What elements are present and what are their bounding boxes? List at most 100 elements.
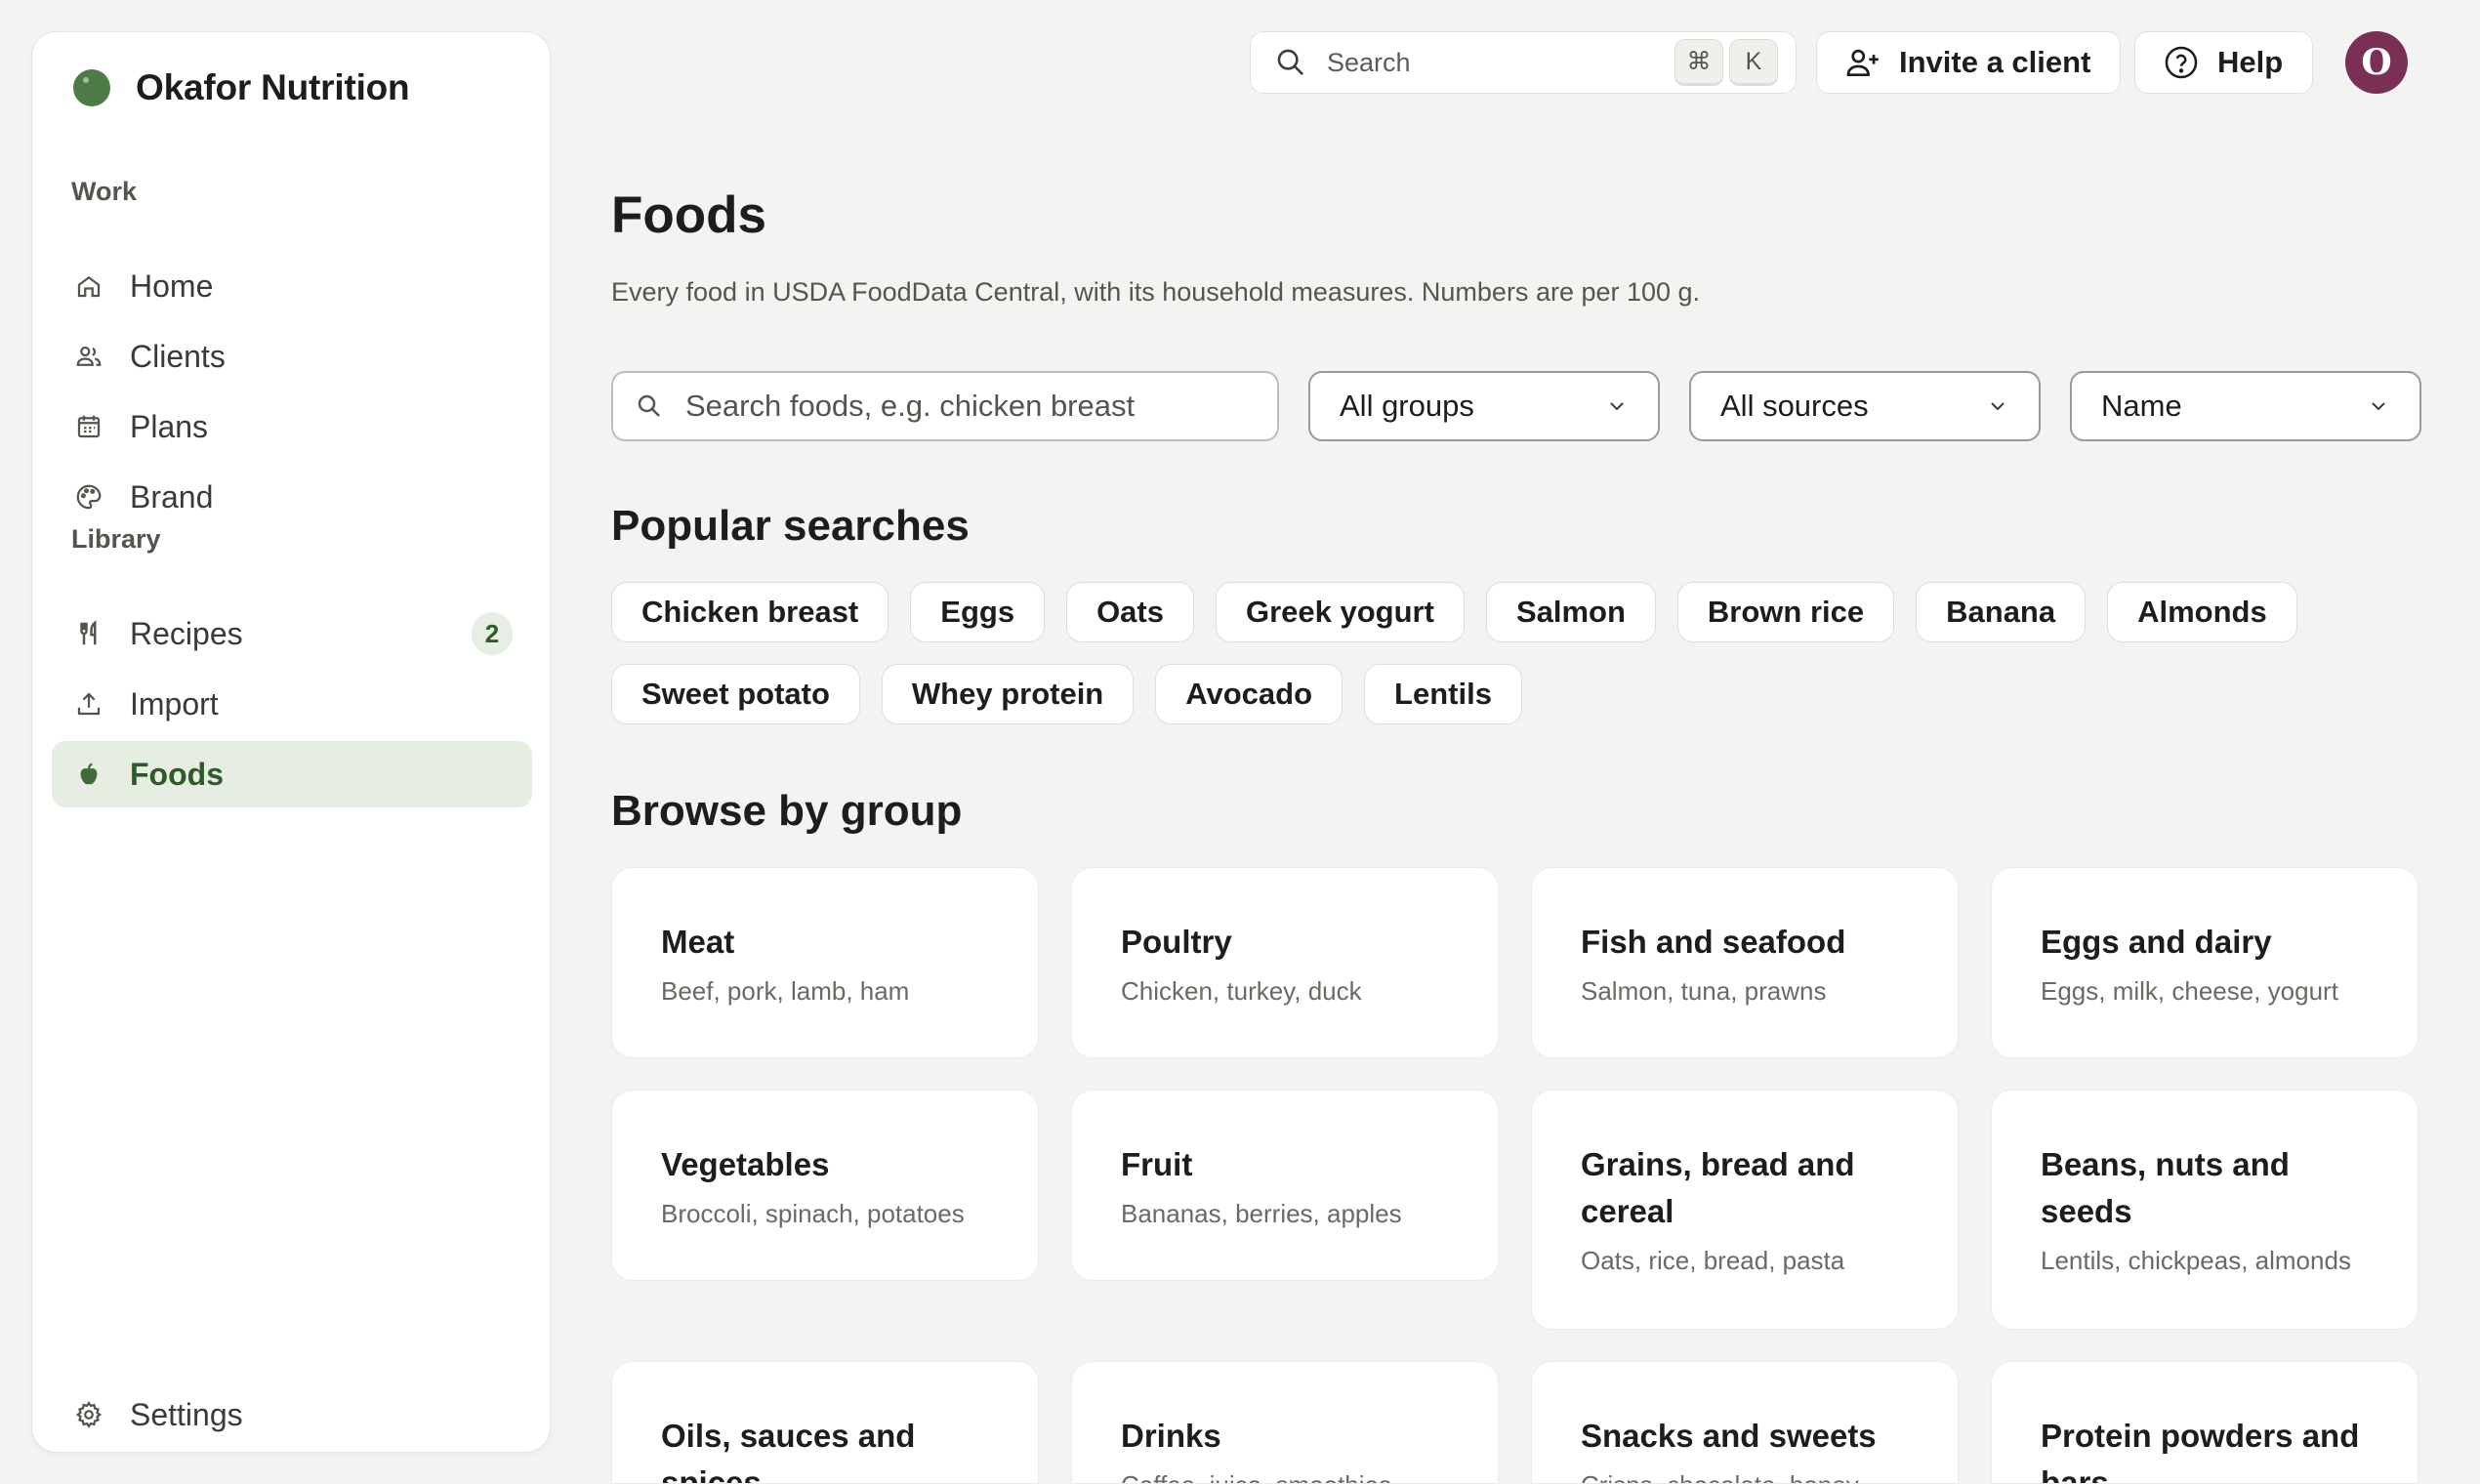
brand-logo-icon: [73, 69, 110, 106]
group-filter-select[interactable]: All groups: [1308, 371, 1660, 441]
utensils-icon: [73, 618, 104, 649]
home-icon: [73, 270, 104, 302]
popular-search-chip[interactable]: Sweet potato: [611, 664, 860, 724]
shortcut-cmd-key: ⌘: [1674, 39, 1723, 86]
group-name: Drinks: [1121, 1418, 1221, 1454]
group-name: Grains, bread and cereal: [1581, 1146, 1855, 1229]
global-search[interactable]: Search ⌘ K: [1250, 31, 1797, 94]
popular-search-chip[interactable]: Greek yogurt: [1215, 582, 1465, 642]
help-label: Help: [2217, 45, 2284, 79]
sidebar-item-home[interactable]: Home: [52, 253, 532, 319]
group-card-fish-and-seafood[interactable]: Fish and seafood Salmon, tuna, prawns: [1531, 867, 1959, 1058]
group-name: Protein powders and bars: [2041, 1418, 2360, 1484]
group-examples: Lentils, chickpeas, almonds: [2041, 1246, 2351, 1275]
group-name: Beans, nuts and seeds: [2041, 1146, 2290, 1229]
group-card-snacks-and-sweets[interactable]: Snacks and sweets Crisps, chocolate, hon…: [1531, 1361, 1959, 1484]
group-name: Meat: [661, 924, 735, 960]
shortcut-k-key: K: [1729, 39, 1778, 86]
popular-search-chip[interactable]: Avocado: [1155, 664, 1343, 724]
group-name: Oils, sauces and spices: [661, 1418, 916, 1484]
invite-client-label: Invite a client: [1899, 45, 2091, 79]
user-avatar[interactable]: O: [2345, 31, 2408, 94]
invite-client-button[interactable]: Invite a client: [1816, 31, 2122, 94]
nav-section-library: Library: [71, 524, 161, 554]
popular-search-chip[interactable]: Lentils: [1364, 664, 1522, 724]
sidebar-item-label: Home: [130, 268, 214, 304]
chevron-down-icon: [1991, 402, 2005, 411]
popular-searches-list: Chicken breast Eggs Oats Greek yogurt Sa…: [611, 582, 2447, 746]
popular-search-chip[interactable]: Banana: [1916, 582, 2087, 642]
group-card-fruit[interactable]: Fruit Bananas, berries, apples: [1071, 1090, 1499, 1281]
group-card-meat[interactable]: Meat Beef, pork, lamb, ham: [611, 867, 1039, 1058]
sort-select[interactable]: Name: [2070, 371, 2421, 441]
group-card-oils-sauces-and-spices[interactable]: Oils, sauces and spices: [611, 1361, 1039, 1484]
group-examples: Beef, pork, lamb, ham: [661, 976, 910, 1006]
group-card-drinks[interactable]: Drinks Coffee, juice, smoothies: [1071, 1361, 1499, 1484]
sort-value: Name: [2101, 389, 2182, 423]
nav-section-work: Work: [71, 177, 138, 206]
group-filter-value: All groups: [1340, 389, 1474, 423]
chip-row: Sweet potato Whey protein Avocado Lentil…: [611, 664, 2447, 724]
sidebar-item-settings[interactable]: Settings: [52, 1381, 532, 1448]
sidebar-item-label: Recipes: [130, 615, 243, 651]
sidebar-item-label: Clients: [130, 338, 226, 374]
upload-icon: [73, 688, 104, 720]
group-card-eggs-and-dairy[interactable]: Eggs and dairy Eggs, milk, cheese, yogur…: [1991, 867, 2418, 1058]
group-examples: Crisps, chocolate, honey: [1581, 1467, 1909, 1483]
food-search-field[interactable]: [611, 371, 1279, 441]
popular-searches-title: Popular searches: [611, 502, 970, 550]
group-name: Poultry: [1121, 924, 1232, 960]
group-card-grains-bread-and-cereal[interactable]: Grains, bread and cereal Oats, rice, bre…: [1531, 1090, 1959, 1330]
source-filter-value: All sources: [1720, 389, 1869, 423]
sidebar-item-label: Brand: [130, 478, 214, 515]
search-icon: [638, 394, 660, 417]
popular-search-chip[interactable]: Oats: [1066, 582, 1194, 642]
app-root: Okafor Nutrition Work Home Clients Plans: [0, 0, 2480, 1484]
chevron-down-icon: [2372, 402, 2385, 411]
source-filter-select[interactable]: All sources: [1689, 371, 2041, 441]
calendar-icon: [73, 411, 104, 442]
group-examples: Broccoli, spinach, potatoes: [661, 1199, 965, 1228]
group-examples: Bananas, berries, apples: [1121, 1199, 1402, 1228]
sidebar-item-label: Import: [130, 685, 219, 721]
group-examples: Coffee, juice, smoothies: [1121, 1467, 1449, 1483]
page-title: Foods: [611, 186, 766, 244]
users-icon: [73, 341, 104, 372]
sidebar-item-import[interactable]: Import: [52, 671, 532, 737]
sidebar-item-clients[interactable]: Clients: [52, 323, 532, 390]
brand-name: Okafor Nutrition: [136, 67, 410, 107]
group-card-beans-nuts-and-seeds[interactable]: Beans, nuts and seeds Lentils, chickpeas…: [1991, 1090, 2418, 1330]
group-card-protein-powders-and-bars[interactable]: Protein powders and bars: [1991, 1361, 2418, 1484]
user-plus-icon: [1846, 49, 1879, 77]
sidebar-item-foods[interactable]: Foods: [52, 741, 532, 807]
sidebar-item-brand[interactable]: Brand: [52, 464, 532, 530]
sidebar-item-label: Plans: [130, 408, 209, 444]
popular-search-chip[interactable]: Almonds: [2107, 582, 2297, 642]
group-name: Eggs and dairy: [2041, 924, 2272, 960]
popular-search-chip[interactable]: Chicken breast: [611, 582, 889, 642]
sidebar-item-recipes[interactable]: Recipes 2: [52, 600, 532, 667]
chevron-down-icon: [1610, 402, 1624, 411]
group-examples: Oats, rice, bread, pasta: [1581, 1246, 1845, 1275]
help-button[interactable]: Help: [2134, 31, 2314, 94]
popular-search-chip[interactable]: Salmon: [1485, 582, 1656, 642]
group-name: Snacks and sweets: [1581, 1418, 1877, 1454]
group-card-vegetables[interactable]: Vegetables Broccoli, spinach, potatoes: [611, 1090, 1039, 1281]
popular-search-chip[interactable]: Eggs: [910, 582, 1046, 642]
group-name: Fruit: [1121, 1146, 1193, 1182]
popular-search-chip[interactable]: Brown rice: [1676, 582, 1895, 642]
apple-icon: [73, 759, 104, 790]
sidebar-item-plans[interactable]: Plans: [52, 393, 532, 460]
group-card-poultry[interactable]: Poultry Chicken, turkey, duck: [1071, 867, 1499, 1058]
chip-row: Chicken breast Eggs Oats Greek yogurt Sa…: [611, 582, 2447, 642]
food-search-input[interactable]: [685, 389, 1252, 424]
sidebar-item-label: Settings: [130, 1396, 243, 1432]
brand[interactable]: Okafor Nutrition: [73, 67, 410, 108]
popular-search-chip[interactable]: Whey protein: [881, 664, 1135, 724]
group-name: Vegetables: [661, 1146, 830, 1182]
gear-icon: [73, 1399, 104, 1430]
help-circle-icon: [2165, 46, 2198, 79]
group-examples: Eggs, milk, cheese, yogurt: [2041, 976, 2338, 1006]
browse-by-group-title: Browse by group: [611, 787, 963, 835]
group-name: Fish and seafood: [1581, 924, 1846, 960]
